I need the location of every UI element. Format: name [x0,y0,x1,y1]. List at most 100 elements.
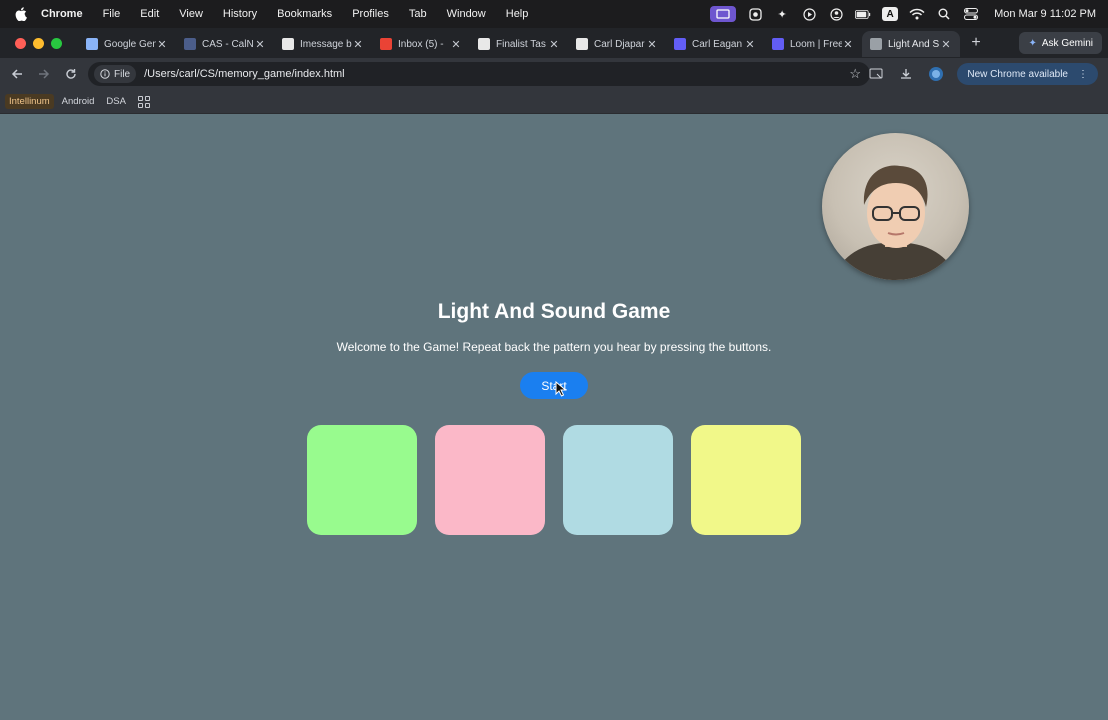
game-button-pink[interactable] [435,425,545,535]
close-window-button[interactable] [15,37,26,49]
camera-icon[interactable] [747,7,763,21]
wifi-icon[interactable] [909,7,925,21]
close-tab-icon[interactable]: ✕ [940,38,952,51]
battery-icon[interactable] [855,7,871,21]
apple-icon[interactable] [13,7,27,21]
url-text[interactable]: /Users/carl/CS/memory_game/index.html [144,68,345,80]
new-chrome-available-button[interactable]: New Chrome available ⋮ [957,63,1098,85]
spotlight-search-icon[interactable] [936,7,952,21]
menu-tab[interactable]: Tab [409,8,427,20]
menu-window[interactable]: Window [447,8,486,20]
screen-recording-icon[interactable] [710,6,737,22]
new-tab-button[interactable]: + [968,34,984,52]
close-tab-icon[interactable]: ✕ [156,38,168,51]
close-tab-icon[interactable]: ✕ [646,38,658,51]
c-icon [576,38,588,50]
tab-title: CAS - CalN [202,38,254,50]
ask-gemini-button[interactable]: ✦ Ask Gemini [1019,32,1102,54]
browser-tab[interactable]: Loom | Free ✕ [764,31,862,57]
sparkle-icon[interactable]: ✦ [774,7,790,21]
download-icon[interactable] [897,65,915,83]
menu-profiles[interactable]: Profiles [352,8,389,20]
github-icon [282,38,294,50]
close-tab-icon[interactable]: ✕ [450,38,462,51]
input-source-icon[interactable]: A [882,7,899,21]
site-info-chip[interactable]: File [94,65,137,83]
tab-title: Carl Eagan [692,38,743,50]
browser-tab-strip: Google Gem ✕ CAS - CalN ✕ Imessage b ✕ Inbox (… [0,28,1108,58]
menu-app-name[interactable]: Chrome [41,8,83,20]
webcam-overlay [822,133,969,280]
forward-button[interactable] [33,63,55,85]
tab-title: Inbox (5) - [398,38,444,50]
more-menu-icon[interactable]: ⋮ [1078,69,1088,80]
gemini-icon [86,38,98,50]
game-button-yellow[interactable] [691,425,801,535]
start-button[interactable]: Start [520,372,588,399]
tab-title: Finalist Tas [496,38,546,50]
address-bar[interactable]: File /Users/carl/CS/memory_game/index.ht… [88,62,870,86]
status-area: ✦ A Mon Mar 9 11:02 PM [710,0,1096,28]
loom-icon [772,38,784,50]
macos-menu-bar: Chrome File Edit View History Bookmarks … [0,0,1108,28]
close-tab-icon[interactable]: ✕ [254,38,266,51]
browser-tab[interactable]: Google Gem ✕ [78,31,176,57]
menu-edit[interactable]: Edit [140,8,159,20]
close-tab-icon[interactable]: ✕ [548,38,560,51]
close-tab-icon[interactable]: ✕ [842,38,854,51]
browser-tab[interactable]: Light And S ✕ [862,31,960,57]
close-tab-icon[interactable]: ✕ [744,38,756,51]
page-content: Light And Sound Game Welcome to the Game… [0,115,1108,720]
close-tab-icon[interactable]: ✕ [352,38,364,51]
browser-tab[interactable]: Inbox (5) - ✕ [372,31,470,57]
bookmarks-bar: Intellinum Android DSA [0,90,1108,114]
browser-tab[interactable]: Carl Djapar ✕ [568,31,666,57]
back-button[interactable] [6,63,28,85]
webcam-person-image [832,165,959,280]
bookmark-dsa[interactable]: DSA [102,94,130,109]
tabs: Google Gem ✕ CAS - CalN ✕ Imessage b ✕ Inbox (… [78,29,960,57]
window-controls [15,37,62,49]
tab-title: Carl Djapar [594,38,645,50]
game-button-green[interactable] [307,425,417,535]
gmail-icon [380,38,392,50]
globe-icon [870,38,882,50]
browser-toolbar: File /Users/carl/CS/memory_game/index.ht… [0,58,1108,90]
zoom-window-button[interactable] [51,37,62,49]
browser-tab[interactable]: CAS - CalN ✕ [176,31,274,57]
tab-groups-icon[interactable] [137,95,150,108]
menubar-clock[interactable]: Mon Mar 9 11:02 PM [994,8,1096,20]
loom-icon [674,38,686,50]
toolbar-actions: New Chrome available ⋮ [867,63,1098,85]
user-icon[interactable] [828,7,844,21]
minimize-window-button[interactable] [33,37,44,49]
reload-button[interactable] [60,63,82,85]
browser-tab[interactable]: Finalist Tas ✕ [470,31,568,57]
tab-title: Light And S [888,38,940,50]
menu-file[interactable]: File [103,8,121,20]
tab-title: Imessage b [300,38,352,50]
mouse-cursor-icon [555,381,567,397]
gemini-sparkle-icon: ✦ [1028,37,1037,49]
tab-title: Google Gem [104,38,156,50]
play-icon[interactable] [801,7,817,21]
info-icon [100,69,110,79]
game-button-blue[interactable] [563,425,673,535]
profile-avatar-icon[interactable] [927,65,945,83]
tab-title: Loom | Free [790,38,842,50]
menu-bookmarks[interactable]: Bookmarks [277,8,332,20]
file-chip-label: File [114,68,131,80]
update-label: New Chrome available [967,68,1068,80]
ask-gemini-label: Ask Gemini [1041,37,1093,49]
bookmark-android[interactable]: Android [58,94,99,109]
menu-help[interactable]: Help [506,8,529,20]
reading-mode-icon[interactable] [867,65,885,83]
bookmark-intellinum[interactable]: Intellinum [5,94,54,109]
control-center-icon[interactable] [963,7,979,21]
browser-tab[interactable]: Carl Eagan ✕ [666,31,764,57]
bookmark-star-icon[interactable]: ☆ [849,66,861,82]
b-icon [184,38,196,50]
browser-tab[interactable]: Imessage b ✕ [274,31,372,57]
menu-view[interactable]: View [179,8,203,20]
menu-history[interactable]: History [223,8,257,20]
